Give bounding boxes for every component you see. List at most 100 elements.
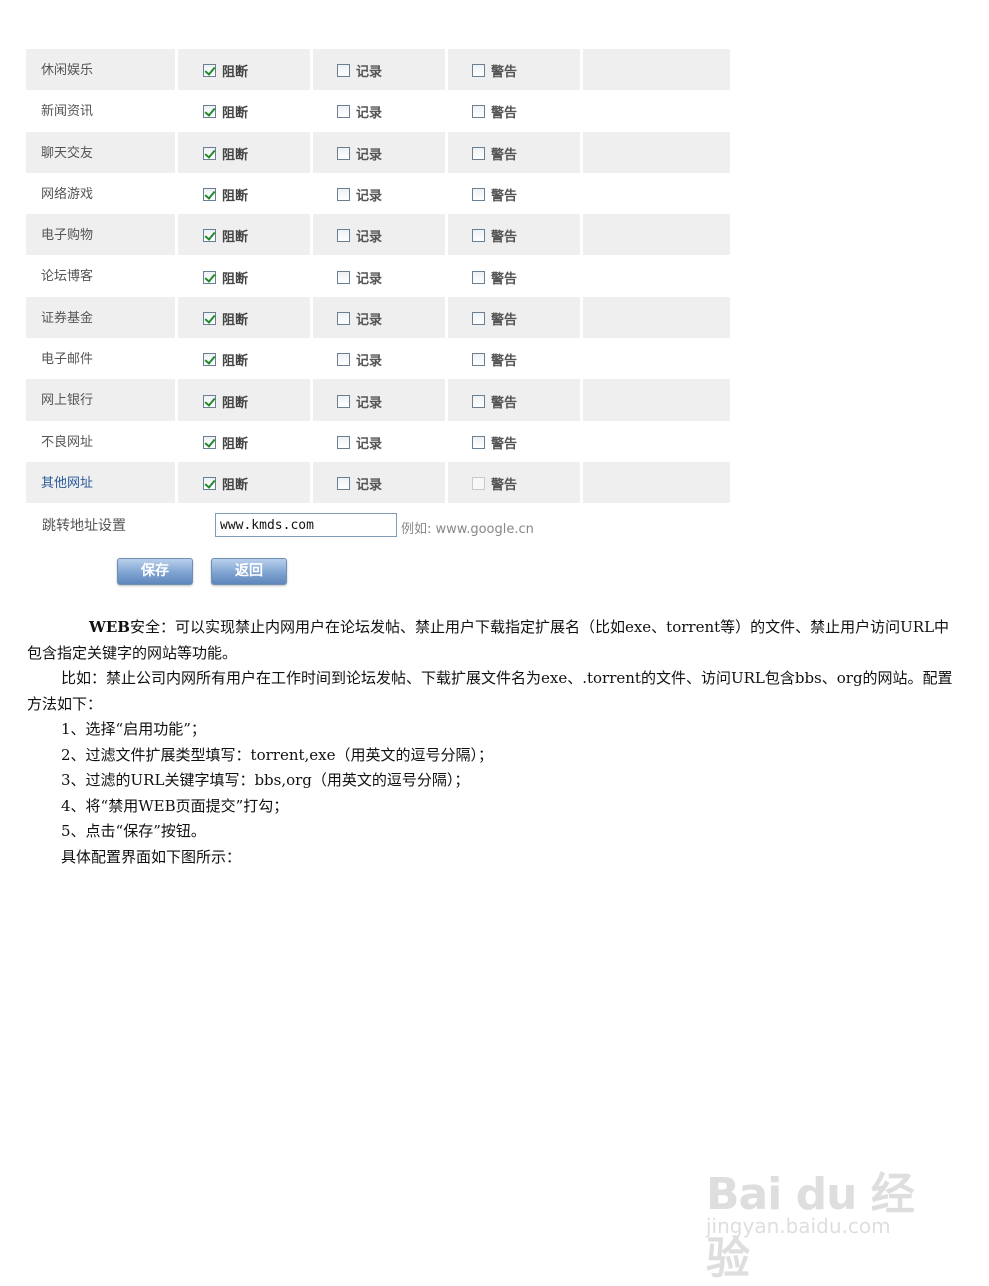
rule-log-checkbox[interactable]: [337, 353, 350, 367]
rule-log-label: 记录: [356, 189, 383, 205]
rule-warn-label: 警告: [491, 478, 518, 494]
rule-log-cell: 记录: [313, 461, 448, 504]
rule-warn-checkbox[interactable]: [472, 64, 485, 78]
rule-warn-checkbox[interactable]: [472, 435, 485, 449]
rule-category-name: 电子邮件: [26, 338, 178, 380]
rule-warn-cell: 警告: [448, 214, 583, 256]
rule-warn-checkbox[interactable]: [472, 311, 485, 325]
rule-log-cell: 记录: [313, 172, 448, 215]
rule-spacer-cell: [583, 131, 730, 173]
rule-block-checkbox[interactable]: [203, 477, 216, 491]
rule-warn-label: 警告: [491, 65, 518, 81]
rule-warn-cell: 警告: [448, 338, 583, 380]
rule-log-cell: 记录: [313, 296, 448, 339]
rule-warn-cell: 警告: [448, 172, 583, 215]
rule-log-checkbox[interactable]: [337, 229, 350, 243]
rule-block-checkbox[interactable]: [203, 64, 216, 78]
rule-log-checkbox[interactable]: [337, 477, 350, 491]
rule-block-checkbox[interactable]: [203, 105, 216, 119]
rule-log-checkbox[interactable]: [337, 270, 350, 284]
rule-warn-checkbox[interactable]: [472, 229, 485, 243]
rule-log-checkbox[interactable]: [337, 311, 350, 325]
rule-block-checkbox[interactable]: [203, 353, 216, 367]
rule-block-cell: 阻断: [178, 296, 313, 339]
step-1: 1、选择“启用功能”；: [61, 720, 206, 738]
paragraph-closing: 具体配置界面如下图所示：: [61, 847, 242, 866]
paragraph-example: 比如：禁止公司内网所有用户在工作时间到论坛发帖、下载扩展文件名为exe、.tor…: [27, 669, 953, 713]
rule-warn-checkbox[interactable]: [472, 188, 485, 202]
rule-log-checkbox[interactable]: [337, 105, 350, 119]
rule-warn-cell: 警告: [448, 420, 583, 462]
step-5: 5、点击“保存”按钮。: [61, 822, 206, 840]
rule-row: 网络游戏 阻断 记录 警告: [26, 172, 730, 215]
rule-block-label: 阻断: [222, 395, 249, 411]
rule-log-label: 记录: [356, 147, 383, 163]
rule-block-checkbox[interactable]: [203, 394, 216, 408]
rule-category-name[interactable]: 其他网址: [26, 461, 178, 504]
paragraph-web-security: WEB安全：可以实现禁止内网用户在论坛发帖、禁止用户下载指定扩展名（比如exe、…: [27, 615, 963, 666]
rule-log-checkbox[interactable]: [337, 435, 350, 449]
redirect-url-input[interactable]: [215, 513, 397, 537]
rule-warn-cell: 警告: [448, 296, 583, 339]
rule-warn-label: 警告: [491, 189, 518, 205]
rule-log-cell: 记录: [313, 255, 448, 297]
back-button[interactable]: 返回: [211, 558, 287, 585]
rule-block-checkbox[interactable]: [203, 435, 216, 449]
rule-log-checkbox[interactable]: [337, 394, 350, 408]
rule-warn-checkbox[interactable]: [472, 105, 485, 119]
rule-warn-label: 警告: [491, 354, 518, 370]
rule-log-label: 记录: [356, 312, 383, 328]
rule-spacer-cell: [583, 461, 730, 504]
rule-warn-checkbox[interactable]: [472, 146, 485, 160]
rule-block-checkbox[interactable]: [203, 229, 216, 243]
rule-block-label: 阻断: [222, 354, 249, 370]
rule-log-checkbox[interactable]: [337, 64, 350, 78]
rule-block-cell: 阻断: [178, 49, 313, 91]
rule-category-name: 聊天交友: [26, 131, 178, 173]
rule-block-cell: 阻断: [178, 131, 313, 173]
rule-block-checkbox[interactable]: [203, 146, 216, 160]
rule-spacer-cell: [583, 296, 730, 339]
baidu-jingyan-watermark: Bai du 经验 jingyan.baidu.com: [700, 1128, 940, 1284]
rule-block-label: 阻断: [222, 230, 249, 246]
rule-log-label: 记录: [356, 106, 383, 122]
rule-row: 网上银行 阻断 记录 警告: [26, 379, 730, 421]
rule-row: 新闻资讯 阻断 记录 警告: [26, 90, 730, 132]
rule-row: 证券基金 阻断 记录 警告: [26, 296, 730, 339]
rule-spacer-cell: [583, 255, 730, 296]
rule-block-checkbox[interactable]: [203, 188, 216, 202]
rule-log-label: 记录: [356, 395, 383, 411]
rule-log-cell: 记录: [313, 131, 448, 173]
rule-block-checkbox[interactable]: [203, 311, 216, 325]
rule-spacer-cell: [583, 49, 730, 91]
article-text: WEB安全：可以实现禁止内网用户在论坛发帖、禁止用户下载指定扩展名（比如exe、…: [27, 615, 963, 870]
rule-block-cell: 阻断: [178, 172, 313, 215]
rule-block-cell: 阻断: [178, 255, 313, 297]
rule-log-checkbox[interactable]: [337, 146, 350, 160]
rule-category-name: 证券基金: [26, 296, 178, 339]
rule-warn-label: 警告: [491, 312, 518, 328]
rule-log-checkbox[interactable]: [337, 188, 350, 202]
rule-row: 聊天交友 阻断 记录 警告: [26, 131, 730, 173]
rule-spacer-cell: [583, 421, 730, 462]
rule-warn-checkbox[interactable]: [472, 394, 485, 408]
rule-warn-checkbox[interactable]: [472, 353, 485, 367]
rule-spacer-cell: [583, 90, 730, 131]
rule-block-cell: 阻断: [178, 338, 313, 380]
rule-warn-cell: 警告: [448, 90, 583, 132]
rule-warn-cell: 警告: [448, 379, 583, 421]
rule-log-cell: 记录: [313, 214, 448, 256]
watermark-url: jingyan.baidu.com: [706, 1214, 891, 1238]
rule-category-name: 不良网址: [26, 420, 178, 462]
rule-category-name: 论坛博客: [26, 255, 178, 297]
rule-warn-checkbox[interactable]: [472, 270, 485, 284]
rule-log-cell: 记录: [313, 338, 448, 380]
rule-block-checkbox[interactable]: [203, 270, 216, 284]
rule-block-label: 阻断: [222, 271, 249, 287]
rule-log-cell: 记录: [313, 49, 448, 91]
save-button[interactable]: 保存: [117, 558, 193, 585]
redirect-label: 跳转地址设置: [42, 518, 126, 534]
rule-category-name: 网上银行: [26, 379, 178, 421]
rule-warn-label: 警告: [491, 395, 518, 411]
rule-log-label: 记录: [356, 478, 383, 494]
